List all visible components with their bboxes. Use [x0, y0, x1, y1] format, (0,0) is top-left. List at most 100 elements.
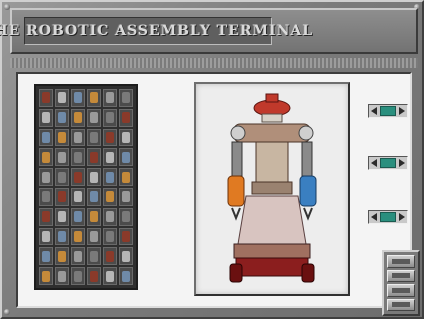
- robot-part-slot[interactable]: [119, 187, 133, 206]
- robot-part-icon: [122, 151, 130, 163]
- robot-body-lower: [237, 195, 307, 245]
- previous-arrow-icon[interactable]: [371, 159, 377, 167]
- robot-part-icon: [42, 151, 50, 163]
- title-plaque: THE ROBOTIC ASSEMBLY TERMINAL: [0, 17, 312, 45]
- title-bar: THE ROBOTIC ASSEMBLY TERMINAL: [0, 8, 418, 54]
- robot-part-slot[interactable]: [71, 207, 85, 226]
- robot-part-slot[interactable]: [39, 148, 53, 167]
- button-glyph-icon: [392, 273, 410, 279]
- robot-part-slot[interactable]: [55, 148, 69, 167]
- robot-part-slot[interactable]: [39, 267, 53, 285]
- robot-part-slot[interactable]: [39, 247, 53, 266]
- window-frame: THE ROBOTIC ASSEMBLY TERMINAL: [0, 0, 424, 319]
- robot-part-slot[interactable]: [87, 128, 101, 147]
- robot-part-icon: [90, 171, 98, 183]
- robot-part-slot[interactable]: [119, 128, 133, 147]
- robot-part-slot[interactable]: [119, 168, 133, 186]
- robot-head-top: [265, 93, 279, 103]
- robot-part-icon: [58, 131, 66, 144]
- next-arrow-icon[interactable]: [399, 213, 405, 221]
- left-shoulder-joint: [230, 125, 246, 141]
- window-title: THE ROBOTIC ASSEMBLY TERMINAL: [0, 23, 314, 39]
- robot-part-slot[interactable]: [55, 168, 69, 186]
- robot-part-icon: [90, 230, 98, 243]
- robot-part-slot[interactable]: [39, 128, 53, 147]
- robot-part-slot[interactable]: [87, 148, 101, 167]
- robot-part-slot[interactable]: [39, 187, 53, 206]
- robot-part-slot[interactable]: [103, 267, 117, 285]
- robot-part-slot[interactable]: [71, 108, 85, 127]
- robot-part-slot[interactable]: [55, 187, 69, 206]
- robot-part-icon: [122, 171, 130, 183]
- robot-part-icon: [122, 211, 130, 223]
- robot-part-slot[interactable]: [103, 187, 117, 206]
- robot-part-icon: [58, 211, 66, 223]
- side-button-stack: [382, 250, 420, 316]
- button-glyph-icon: [392, 302, 410, 308]
- robot-part-slot[interactable]: [87, 108, 101, 127]
- side-button-3[interactable]: [387, 284, 415, 297]
- robot-part-slot[interactable]: [87, 247, 101, 266]
- robot-part-icon: [122, 92, 130, 104]
- robot-part-slot[interactable]: [119, 108, 133, 127]
- robot-part-slot[interactable]: [103, 89, 117, 107]
- assembly-panel: [16, 72, 412, 308]
- robot-part-slot[interactable]: [119, 267, 133, 285]
- robot-part-slot[interactable]: [55, 247, 69, 266]
- robot-part-slot[interactable]: [71, 247, 85, 266]
- robot-part-slot[interactable]: [71, 227, 85, 246]
- robot-part-slot[interactable]: [119, 89, 133, 107]
- button-glyph-icon: [392, 258, 410, 264]
- side-button-2[interactable]: [387, 269, 415, 282]
- robot-part-slot[interactable]: [71, 267, 85, 285]
- robot-part-slot[interactable]: [103, 108, 117, 127]
- previous-arrow-icon[interactable]: [371, 107, 377, 115]
- next-arrow-icon[interactable]: [399, 107, 405, 115]
- previous-arrow-icon[interactable]: [371, 213, 377, 221]
- robot-part-slot[interactable]: [55, 108, 69, 127]
- robot-part-slot[interactable]: [39, 89, 53, 107]
- robot-part-icon: [42, 250, 50, 262]
- robot-part-slot[interactable]: [55, 89, 69, 107]
- robot-part-icon: [122, 112, 130, 124]
- robot-part-slot[interactable]: [103, 128, 117, 147]
- robot-base-top: [233, 243, 311, 259]
- robot-part-slot[interactable]: [103, 227, 117, 246]
- robot-part-icon: [106, 230, 114, 243]
- robot-part-icon: [90, 131, 98, 144]
- robot-part-slot[interactable]: [55, 227, 69, 246]
- robot-part-slot[interactable]: [71, 187, 85, 206]
- robot-part-slot[interactable]: [103, 148, 117, 167]
- robot-part-slot[interactable]: [39, 168, 53, 186]
- robot-part-slot[interactable]: [87, 267, 101, 285]
- robot-part-slot[interactable]: [119, 247, 133, 266]
- robot-part-slot[interactable]: [71, 128, 85, 147]
- robot-part-slot[interactable]: [71, 148, 85, 167]
- robot-part-icon: [74, 151, 82, 163]
- robot-part-icon: [42, 171, 50, 183]
- robot-part-slot[interactable]: [103, 207, 117, 226]
- robot-part-slot[interactable]: [103, 168, 117, 186]
- robot-part-slot[interactable]: [71, 168, 85, 186]
- robot-part-slot[interactable]: [87, 89, 101, 107]
- robot-part-slot[interactable]: [119, 148, 133, 167]
- robot-part-slot[interactable]: [87, 168, 101, 186]
- side-button-4[interactable]: [387, 298, 415, 311]
- robot-part-icon: [74, 250, 82, 262]
- robot-part-slot[interactable]: [39, 108, 53, 127]
- robot-part-icon: [42, 270, 50, 282]
- side-button-1[interactable]: [387, 255, 415, 268]
- robot-part-slot[interactable]: [71, 89, 85, 107]
- robot-part-slot[interactable]: [87, 187, 101, 206]
- robot-part-slot[interactable]: [55, 128, 69, 147]
- robot-part-slot[interactable]: [39, 207, 53, 226]
- robot-part-slot[interactable]: [87, 227, 101, 246]
- robot-part-slot[interactable]: [119, 207, 133, 226]
- robot-part-slot[interactable]: [55, 267, 69, 285]
- robot-part-slot[interactable]: [39, 227, 53, 246]
- next-arrow-icon[interactable]: [399, 159, 405, 167]
- robot-part-slot[interactable]: [87, 207, 101, 226]
- robot-part-slot[interactable]: [103, 247, 117, 266]
- robot-part-slot[interactable]: [119, 227, 133, 246]
- robot-part-slot[interactable]: [55, 207, 69, 226]
